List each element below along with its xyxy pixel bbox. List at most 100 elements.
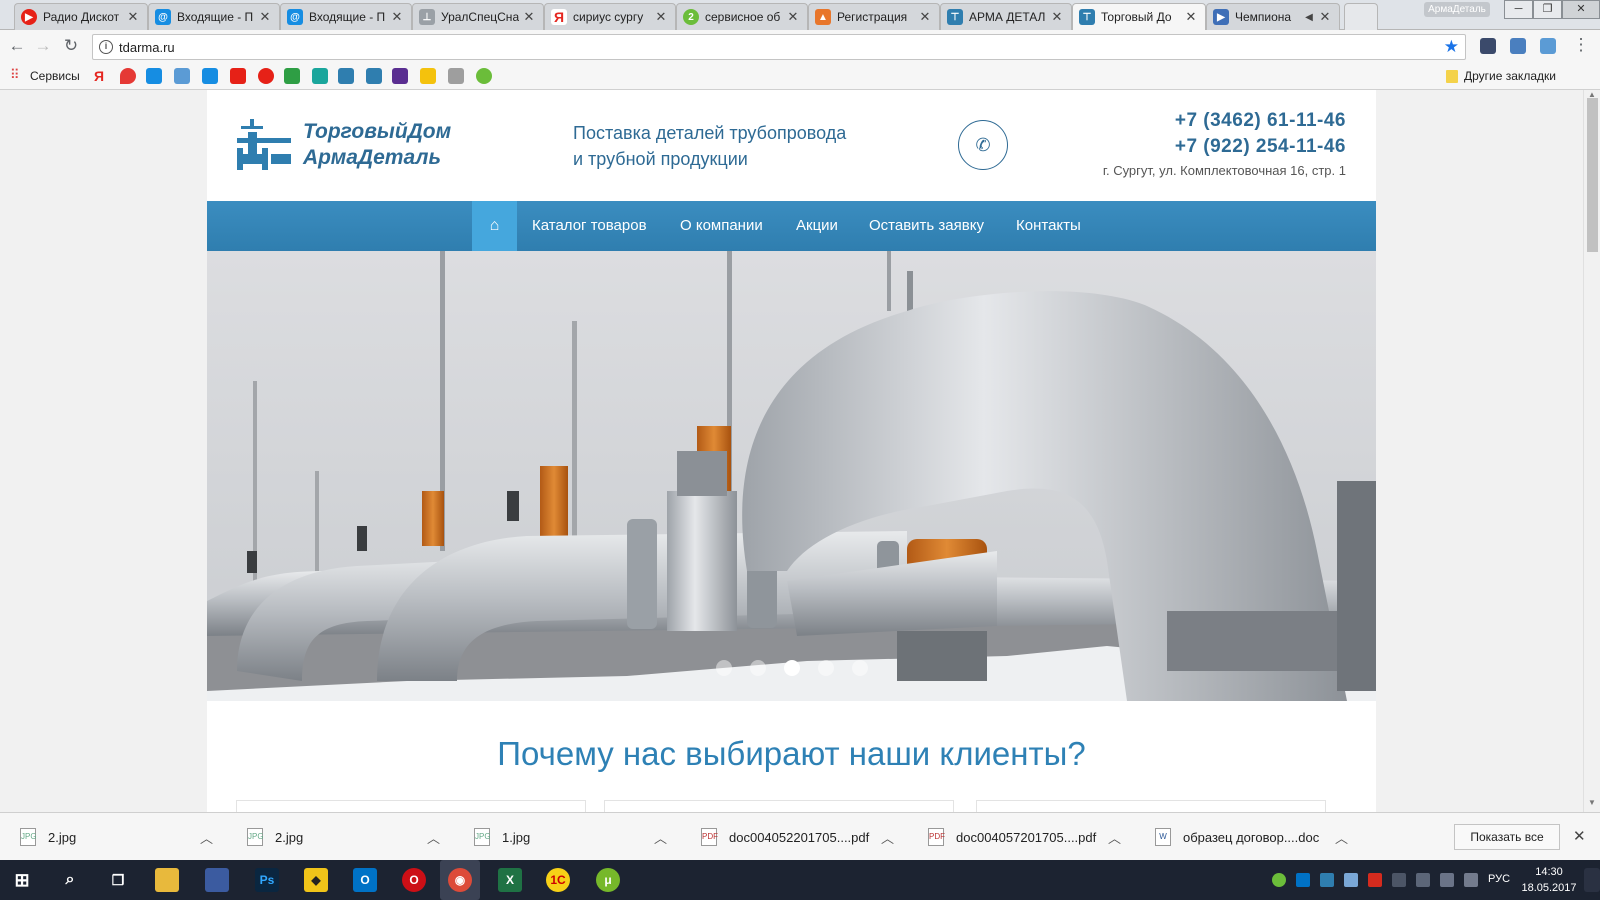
chart-icon[interactable] bbox=[312, 68, 328, 84]
other-bookmarks[interactable]: Другие закладки bbox=[1464, 69, 1556, 83]
chevron-up-icon[interactable]: ︿ bbox=[654, 828, 667, 847]
back-button[interactable]: ← bbox=[6, 36, 28, 56]
close-icon[interactable]: ✕ bbox=[919, 9, 931, 25]
folder-icon[interactable] bbox=[1446, 70, 1458, 83]
menu-icon[interactable]: ⋮ bbox=[1570, 35, 1592, 55]
tray-app-icon[interactable] bbox=[1320, 873, 1334, 887]
download-item[interactable]: PDF doc004052201705....pdf ︿ bbox=[701, 823, 897, 851]
tray-2gis-icon[interactable] bbox=[1272, 873, 1286, 887]
extension-icon[interactable] bbox=[1480, 38, 1496, 54]
language-indicator[interactable]: РУС bbox=[1488, 873, 1510, 885]
wifi-icon[interactable] bbox=[1416, 873, 1430, 887]
utorrent-icon[interactable]: μ bbox=[596, 868, 620, 892]
download-item[interactable]: JPG 2.jpg ︿ bbox=[247, 823, 443, 851]
home-icon[interactable]: ⌂ bbox=[472, 201, 517, 251]
arma-icon[interactable] bbox=[338, 68, 354, 84]
vpn-off-icon[interactable] bbox=[1540, 38, 1556, 54]
1c-icon[interactable]: 1С bbox=[546, 868, 570, 892]
tab-inbox-1[interactable]: @ Входящие - П ✕ bbox=[148, 3, 280, 30]
minimize-button[interactable]: ─ bbox=[1504, 0, 1533, 19]
info-icon[interactable]: i bbox=[99, 40, 113, 54]
maximize-button[interactable]: ❐ bbox=[1533, 0, 1562, 19]
profile-button[interactable]: АрмаДеталь bbox=[1424, 2, 1490, 17]
hero-slider[interactable] bbox=[207, 251, 1376, 701]
download-item[interactable]: JPG 1.jpg ︿ bbox=[474, 823, 670, 851]
close-icon[interactable]: ✕ bbox=[259, 9, 271, 25]
slider-dot[interactable] bbox=[783, 660, 800, 676]
show-all-downloads-button[interactable]: Показать все bbox=[1454, 824, 1560, 850]
notifications-icon[interactable] bbox=[1584, 868, 1600, 892]
volume-icon[interactable] bbox=[1440, 873, 1454, 887]
maps-pin-icon[interactable] bbox=[120, 68, 136, 84]
phone-number-1[interactable]: +7 (3462) 61-11-46 bbox=[1175, 110, 1346, 132]
close-icon[interactable]: ✕ bbox=[391, 9, 403, 25]
tab-torgovy-dom[interactable]: ⊤ Торговый До ✕ bbox=[1072, 3, 1206, 30]
scroll-thumb[interactable] bbox=[1587, 98, 1598, 252]
yandex-icon[interactable]: Я bbox=[94, 68, 110, 84]
forward-button[interactable]: → bbox=[32, 36, 54, 56]
bookmark-star-icon[interactable]: ★ bbox=[1444, 37, 1459, 57]
nav-catalog[interactable]: Каталог товаров bbox=[532, 201, 647, 251]
close-window-button[interactable]: ✕ bbox=[1562, 0, 1600, 19]
chevron-up-icon[interactable]: ︿ bbox=[200, 828, 213, 847]
slider-dot[interactable] bbox=[715, 660, 732, 676]
slider-dot[interactable] bbox=[817, 660, 834, 676]
save-disk-icon[interactable] bbox=[205, 868, 229, 892]
phone-icon[interactable]: ✆ bbox=[958, 120, 1008, 170]
excel-icon[interactable]: X bbox=[498, 868, 522, 892]
arma-icon[interactable] bbox=[366, 68, 382, 84]
tray-cloud-icon[interactable] bbox=[1344, 873, 1358, 887]
square-icon[interactable] bbox=[392, 68, 408, 84]
tab-registration[interactable]: ▲ Регистрация ✕ bbox=[808, 3, 940, 30]
nav-promotions[interactable]: Акции bbox=[796, 201, 838, 251]
tray-outlook-icon[interactable] bbox=[1296, 873, 1310, 887]
tab-arma-detal[interactable]: ⊤ АРМА ДЕТАЛ ✕ bbox=[940, 3, 1072, 30]
youtube-icon[interactable] bbox=[230, 68, 246, 84]
2gis-icon[interactable] bbox=[476, 68, 492, 84]
nav-request[interactable]: Оставить заявку bbox=[869, 201, 984, 251]
chevron-up-icon[interactable]: ︿ bbox=[1108, 828, 1121, 847]
refresh-site-icon[interactable] bbox=[284, 68, 300, 84]
chevron-up-icon[interactable]: ︿ bbox=[427, 828, 440, 847]
tray-up-arrow-icon[interactable] bbox=[1392, 873, 1406, 887]
tab-uralspec[interactable]: ⊥ УралСпецСна ✕ bbox=[412, 3, 544, 30]
slider-dot[interactable] bbox=[851, 660, 868, 676]
close-icon[interactable]: ✕ bbox=[655, 9, 667, 25]
download-item[interactable]: JPG 2.jpg ︿ bbox=[20, 823, 216, 851]
close-icon[interactable]: ✕ bbox=[523, 9, 535, 25]
task-view-icon[interactable]: ❐ bbox=[106, 868, 130, 892]
search-icon[interactable]: ⌕ bbox=[58, 868, 82, 892]
chevron-up-icon[interactable]: ︿ bbox=[1335, 828, 1348, 847]
chevron-up-icon[interactable]: ︿ bbox=[881, 828, 894, 847]
clock[interactable]: 14:30 18.05.2017 bbox=[1518, 864, 1580, 896]
outlook-icon[interactable]: O bbox=[353, 868, 377, 892]
keyboard-icon[interactable] bbox=[1464, 873, 1478, 887]
tray-antivirus-icon[interactable] bbox=[1368, 873, 1382, 887]
page-scrollbar[interactable]: ▲ ▼ bbox=[1583, 90, 1600, 812]
windows-start-icon[interactable]: ⊞ bbox=[10, 868, 34, 892]
nav-about[interactable]: О компании bbox=[680, 201, 763, 251]
nav-contacts[interactable]: Контакты bbox=[1016, 201, 1081, 251]
mail-icon[interactable] bbox=[146, 68, 162, 84]
close-icon[interactable]: ✕ bbox=[787, 9, 799, 25]
apps-icon[interactable]: ⠿ bbox=[10, 68, 26, 84]
logo[interactable]: ТорговыйДом АрмаДеталь bbox=[237, 116, 487, 179]
tab-2gis[interactable]: 2 сервисное об ✕ bbox=[676, 3, 808, 30]
tab-radio[interactable]: ▶ Радио Дискот ✕ bbox=[14, 3, 148, 30]
close-icon[interactable]: ✕ bbox=[1185, 9, 1197, 25]
tab-championship[interactable]: ▶ Чемпиона ◀ ✕ bbox=[1206, 3, 1340, 30]
photoshop-icon[interactable]: Ps bbox=[255, 868, 279, 892]
scroll-down-icon[interactable]: ▼ bbox=[1588, 798, 1596, 807]
batman-app-icon[interactable]: ◆ bbox=[304, 868, 328, 892]
stats-icon[interactable] bbox=[420, 68, 436, 84]
doc-icon[interactable] bbox=[448, 68, 464, 84]
close-icon[interactable]: ✕ bbox=[1319, 9, 1331, 25]
download-item[interactable]: W образец договор....doc ︿ bbox=[1155, 823, 1351, 851]
close-icon[interactable]: ✕ bbox=[1051, 9, 1063, 25]
slider-dot[interactable] bbox=[749, 660, 766, 676]
download-item[interactable]: PDF doc004057201705....pdf ︿ bbox=[928, 823, 1124, 851]
file-explorer-icon[interactable] bbox=[155, 868, 179, 892]
play-icon[interactable] bbox=[258, 68, 274, 84]
bookmark-services[interactable]: Сервисы bbox=[30, 69, 80, 83]
reload-button[interactable]: ↻ bbox=[60, 36, 82, 56]
